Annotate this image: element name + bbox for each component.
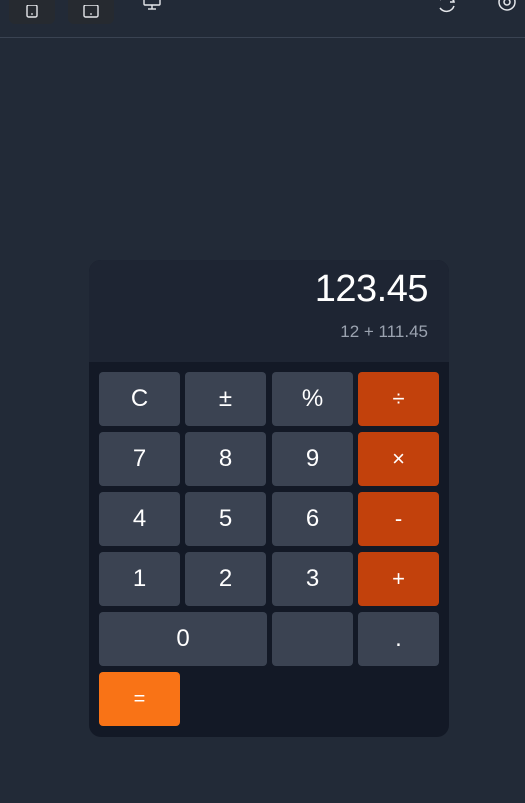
mobile-device-icon <box>26 5 38 18</box>
digit-9-button[interactable]: 9 <box>272 432 353 486</box>
settings-button[interactable] <box>492 0 522 16</box>
display-value: 123.45 <box>314 268 429 310</box>
settings-icon <box>498 0 516 11</box>
digit-2-button[interactable]: 2 <box>185 552 266 606</box>
digit-3-button[interactable]: 3 <box>272 552 353 606</box>
percent-button[interactable]: % <box>272 372 353 426</box>
multiply-button[interactable]: × <box>358 432 439 486</box>
preview-toolbar <box>0 0 525 38</box>
digit-4-button[interactable]: 4 <box>99 492 180 546</box>
digit-8-button[interactable]: 8 <box>185 432 266 486</box>
display-expression: 12 + 111.45 <box>340 322 428 341</box>
digit-6-button[interactable]: 6 <box>272 492 353 546</box>
blank-button[interactable] <box>272 612 353 666</box>
toggle-sign-button[interactable]: ± <box>185 372 266 426</box>
tablet-device-icon <box>83 5 99 18</box>
calculator: 123.45 12 + 111.45 C ± % ÷ 7 8 9 × 4 5 6… <box>89 260 449 737</box>
add-button[interactable]: + <box>358 552 439 606</box>
digit-0-button[interactable]: 0 <box>99 612 267 666</box>
subtract-button[interactable]: - <box>358 492 439 546</box>
divide-button[interactable]: ÷ <box>358 372 439 426</box>
digit-5-button[interactable]: 5 <box>185 492 266 546</box>
tablet-device-button[interactable] <box>68 0 114 24</box>
desktop-monitor-icon <box>143 0 161 10</box>
mobile-device-button[interactable] <box>9 0 55 24</box>
digit-1-button[interactable]: 1 <box>99 552 180 606</box>
clear-button[interactable]: C <box>99 372 180 426</box>
decimal-button[interactable]: . <box>358 612 439 666</box>
rotate-icon <box>439 0 455 12</box>
calculator-display: 123.45 12 + 111.45 <box>89 260 449 362</box>
equals-button[interactable]: = <box>99 672 180 726</box>
desktop-device-button[interactable] <box>137 0 167 16</box>
rotate-button[interactable] <box>432 0 462 16</box>
digit-7-button[interactable]: 7 <box>99 432 180 486</box>
